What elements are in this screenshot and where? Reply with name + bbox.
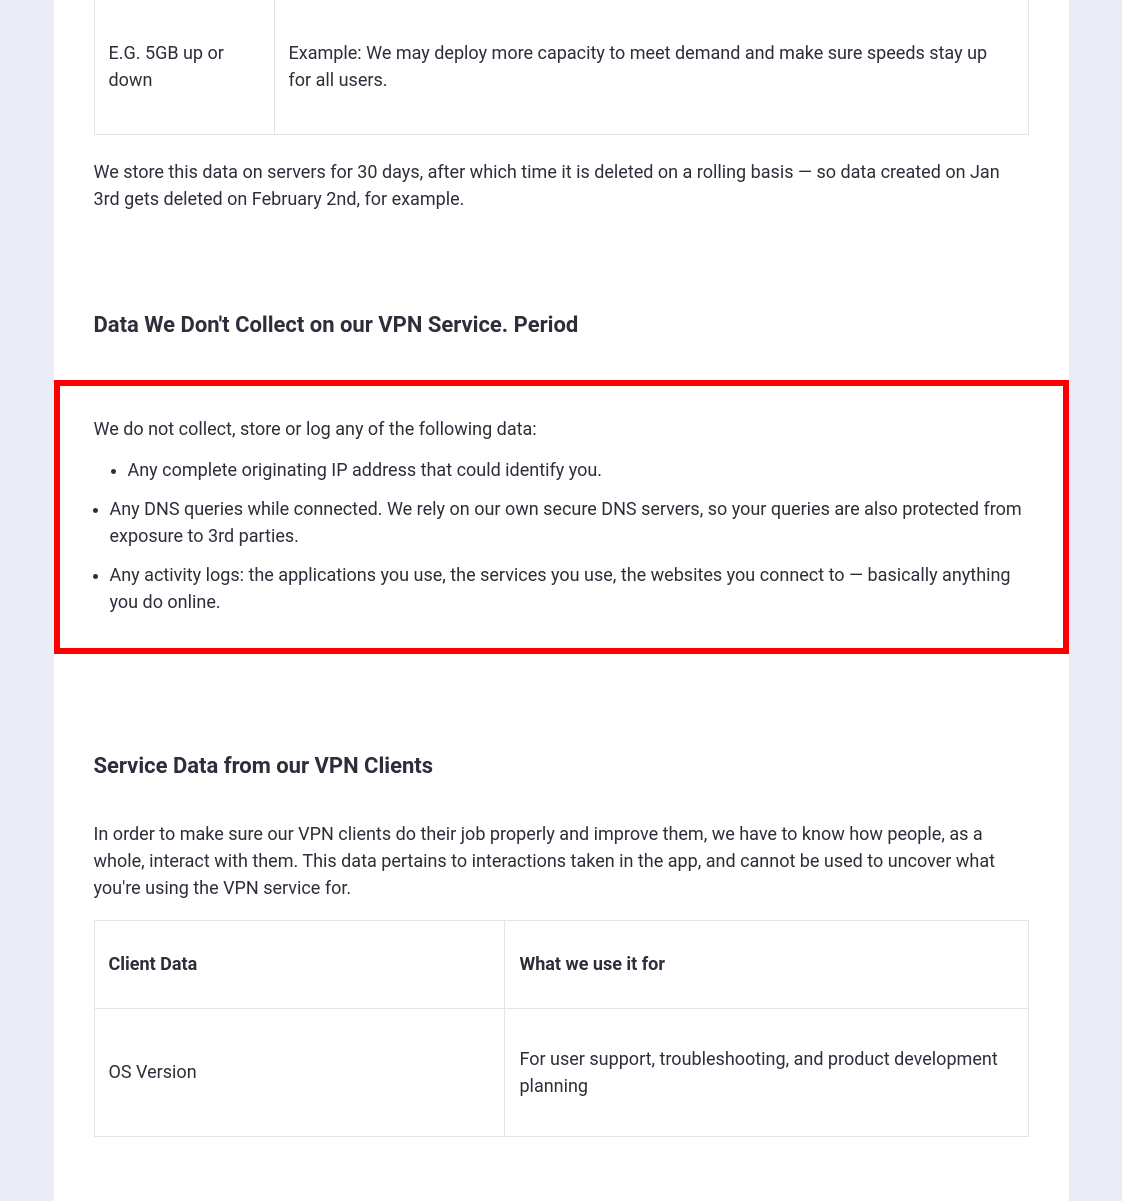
document-page: E.G. 5GB up or down Example: We may depl… (54, 0, 1069, 1201)
list-item: Any activity logs: the applications you … (110, 562, 1029, 616)
capacity-example-right: Example: We may deploy more capacity to … (274, 0, 1028, 135)
os-version-cell: OS Version (94, 1009, 505, 1137)
table-row: OS Version For user support, troubleshoo… (94, 1009, 1028, 1137)
highlight-box-not-collect: We do not collect, store or log any of t… (54, 380, 1069, 654)
content-area: E.G. 5GB up or down Example: We may depl… (54, 0, 1069, 1137)
th-client-data: Client Data (94, 921, 505, 1009)
heading-not-collect: Data We Don't Collect on our VPN Service… (94, 309, 1029, 342)
list-item: Any complete originating IP address that… (128, 457, 1029, 484)
storage-retention-note: We store this data on servers for 30 day… (94, 159, 1029, 213)
os-version-use-cell: For user support, troubleshooting, and p… (505, 1009, 1028, 1137)
table-header-row: Client Data What we use it for (94, 921, 1028, 1009)
heading-service-data-clients: Service Data from our VPN Clients (94, 750, 1029, 783)
not-collect-list-outer: Any DNS queries while connected. We rely… (94, 496, 1029, 616)
capacity-example-left: E.G. 5GB up or down (94, 0, 274, 135)
clients-intro: In order to make sure our VPN clients do… (94, 821, 1029, 902)
client-data-table: Client Data What we use it for OS Versio… (94, 920, 1029, 1137)
capacity-table: E.G. 5GB up or down Example: We may depl… (94, 0, 1029, 135)
table-row: E.G. 5GB up or down Example: We may depl… (94, 0, 1028, 135)
not-collect-list-inner: Any complete originating IP address that… (94, 457, 1029, 484)
not-collect-intro: We do not collect, store or log any of t… (94, 416, 1029, 443)
th-what-we-use: What we use it for (505, 921, 1028, 1009)
list-item: Any DNS queries while connected. We rely… (110, 496, 1029, 550)
